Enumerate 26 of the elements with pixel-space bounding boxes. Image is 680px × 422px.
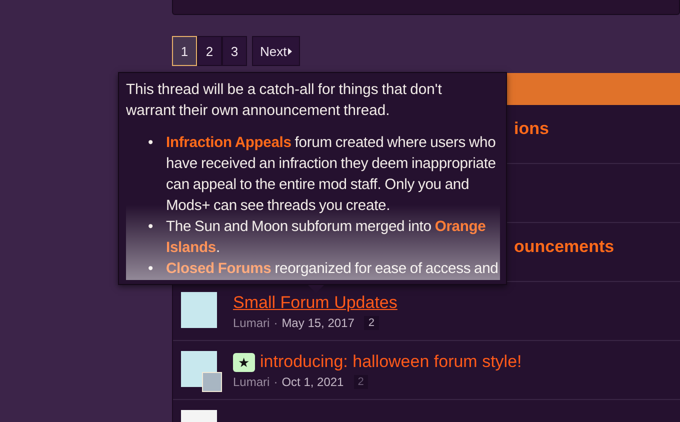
thread-title[interactable]: Small Forum Updates [233,293,398,313]
avatar-placeholder [181,292,217,328]
prefix-label: ★ [233,352,255,372]
separator-dot: · [274,375,278,389]
caret-icon [288,48,292,54]
bullet: • [148,218,154,237]
preview-list-item: The Sun and Moon subforum merged into Orange Islands. [166,218,487,258]
thread-title[interactable]: ions [514,119,549,139]
preview-text: This thread will be a catch-all for things that don't warrant their own announcement thread. [126,81,443,121]
page-link[interactable]: 2 [197,36,222,66]
thread-title[interactable]: ouncements [514,237,614,257]
next-page-button[interactable]: Next [252,36,300,66]
page-count[interactable]: 2 [354,375,368,389]
page-link[interactable]: 1 [172,36,197,66]
bullet: • [148,260,154,279]
page-count[interactable]: 2 [364,316,379,330]
thread-title[interactable]: introducing: halloween forum style! [260,352,522,372]
author-link[interactable]: Lumari [233,375,270,389]
thread-date: Oct 1, 2021 [282,375,344,389]
separator-dot: · [274,316,278,330]
author-link[interactable]: Lumari [233,316,270,330]
thread-date: May 15, 2017 [282,316,354,330]
preview-list-item: Closed Forums reorganized for ease of access and [166,260,498,279]
bullet: • [148,134,154,153]
page-link[interactable]: 3 [222,36,247,66]
preview-list-item: Infraction Appeals forum created where users who have received an infraction they deem inappropriate can appeal to the entire mod staff. Only you and Mods+ can see threads you create. [166,134,497,216]
